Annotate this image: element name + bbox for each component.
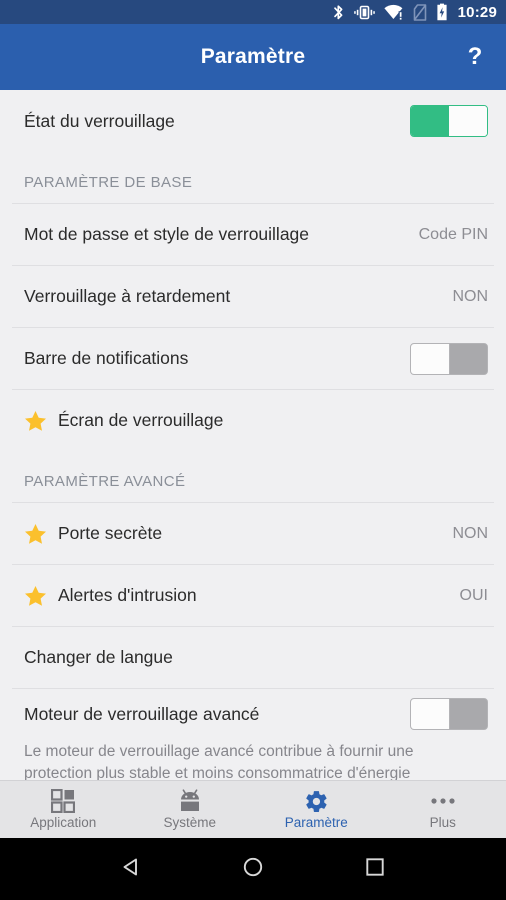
home-circle-icon (241, 855, 265, 884)
toggle-knob (411, 699, 450, 729)
row-label-wrap: Alertes d'intrusion (24, 585, 448, 607)
settings-row-value: Code PIN (418, 225, 488, 243)
star-icon (24, 585, 47, 607)
bottom-tab-bar: Application Système Paramètre Plus (0, 780, 506, 838)
row-label-wrap: Moteur de verrouillage avancé (24, 704, 410, 725)
toggle-knob (411, 343, 450, 374)
vibrate-icon (353, 5, 375, 20)
star-icon (24, 523, 47, 545)
tab-application[interactable]: Application (0, 781, 127, 838)
section-header-basic: PARAMÈTRE DE BASE (24, 174, 193, 191)
back-button[interactable] (106, 846, 156, 892)
settings-row-secret-door[interactable]: Porte secrète NON (0, 503, 506, 564)
android-nav-bar (0, 838, 506, 900)
settings-row-label: Porte secrète (58, 523, 163, 543)
settings-row-label: Verrouillage à retardement (24, 286, 231, 306)
no-sim-icon (413, 3, 427, 21)
settings-row-label: Alertes d'intrusion (58, 585, 197, 605)
app-bar: Paramètre ? (0, 24, 506, 90)
apps-grid-icon (51, 789, 76, 814)
settings-row-lock-screen[interactable]: Écran de verrouillage (0, 390, 506, 451)
recents-button[interactable] (350, 846, 400, 892)
android-robot-icon (177, 789, 203, 813)
toggle-fill (449, 699, 487, 729)
toggle-fill (411, 106, 449, 136)
tab-label: Système (163, 815, 217, 831)
section-header-advanced: PARAMÈTRE AVANCÉ (24, 473, 186, 490)
recents-square-icon (363, 855, 387, 884)
settings-row-advanced-lock-engine[interactable]: Moteur de verrouillage avancé (0, 689, 506, 741)
settings-row-label: Changer de langue (24, 647, 173, 667)
wifi-warning-icon (384, 4, 404, 20)
settings-row-label: Mot de passe et style de verrouillage (24, 224, 310, 244)
help-icon: ? (467, 43, 483, 70)
settings-row-intrusion-alerts[interactable]: Alertes d'intrusion OUI (0, 565, 506, 626)
star-icon (24, 410, 47, 432)
settings-row-delayed-lock[interactable]: Verrouillage à retardement NON (0, 266, 506, 327)
settings-row-lock-state[interactable]: État du verrouillage (0, 90, 506, 152)
settings-row-notification-bar[interactable]: Barre de notifications (0, 328, 506, 389)
tab-label: Plus (429, 815, 456, 831)
settings-row-change-language[interactable]: Changer de langue (0, 627, 506, 688)
settings-row-label: Barre de notifications (24, 348, 189, 368)
home-button[interactable] (228, 846, 278, 892)
row-label-wrap: État du verrouillage (24, 111, 410, 132)
row-label-wrap: Écran de verrouillage (24, 410, 488, 432)
status-bar: 10:29 (0, 0, 506, 24)
tab-label: Paramètre (284, 815, 348, 831)
gear-icon (304, 789, 329, 813)
toggle-knob (449, 106, 487, 136)
settings-row-description: Le moteur de verrouillage avancé contrib… (24, 743, 414, 780)
settings-row-value: NON (452, 287, 488, 305)
settings-row-label: État du verrouillage (24, 110, 175, 131)
battery-charging-icon (436, 3, 448, 21)
settings-row-value: NON (452, 524, 488, 542)
settings-row-value: OUI (459, 586, 488, 604)
row-label-wrap: Verrouillage à retardement (24, 286, 440, 307)
phone-screen: 10:29 Paramètre ? État du verrouillage P… (0, 0, 506, 900)
tab-more[interactable]: Plus (380, 781, 506, 838)
row-label-wrap: Barre de notifications (24, 348, 410, 369)
lock-state-toggle[interactable] (410, 105, 488, 137)
settings-row-label: Écran de verrouillage (58, 410, 224, 430)
toggle-fill (449, 343, 487, 374)
settings-row-password-style[interactable]: Mot de passe et style de verrouillage Co… (0, 204, 506, 265)
more-dots-icon (429, 789, 457, 813)
tab-label: Application (30, 815, 97, 831)
advanced-lock-engine-toggle[interactable] (410, 698, 488, 730)
settings-list[interactable]: État du verrouillage PARAMÈTRE DE BASE M… (0, 90, 506, 780)
page-title: Paramètre (200, 45, 306, 68)
row-label-wrap: Porte secrète (24, 523, 440, 545)
status-bar-clock: 10:29 (457, 3, 497, 21)
settings-row-label: Moteur de verrouillage avancé (24, 703, 260, 724)
bluetooth-icon (332, 4, 345, 21)
back-triangle-icon (119, 855, 143, 884)
help-button[interactable]: ? (444, 24, 506, 90)
tab-settings[interactable]: Paramètre (253, 781, 380, 838)
tab-system[interactable]: Système (127, 781, 254, 838)
row-label-wrap: Changer de langue (24, 647, 488, 668)
notification-bar-toggle[interactable] (410, 342, 488, 375)
row-label-wrap: Mot de passe et style de verrouillage (24, 224, 407, 245)
